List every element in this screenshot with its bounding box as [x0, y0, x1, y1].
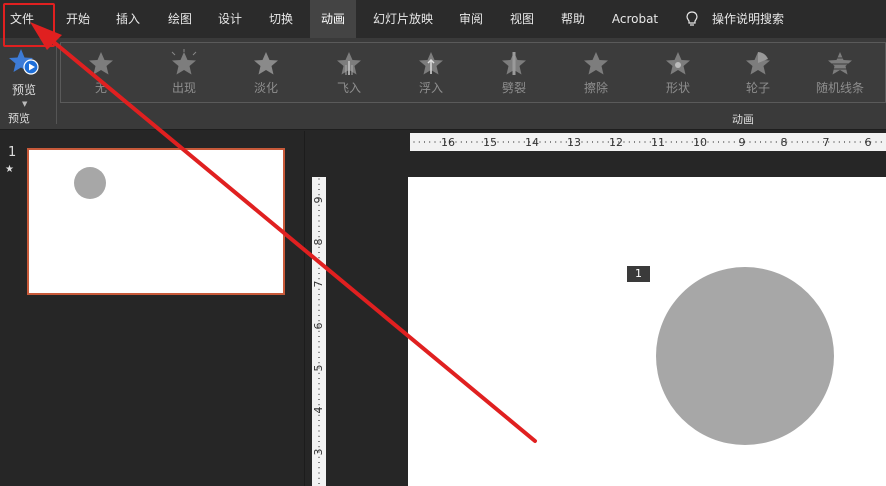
- float-in-star-icon: [419, 52, 443, 75]
- effect-split[interactable]: 劈裂: [484, 49, 544, 103]
- effect-wheel[interactable]: 轮子: [728, 49, 788, 103]
- slide-thumbnails-pane: 1 ★: [0, 131, 304, 486]
- ruler-label: 4: [312, 407, 325, 414]
- preview-group-label: 预览: [8, 112, 30, 125]
- appear-star-icon: [171, 49, 197, 75]
- tab-draw[interactable]: 绘图: [158, 0, 202, 38]
- tab-design[interactable]: 设计: [208, 0, 252, 38]
- ruler-label: 3: [312, 449, 325, 456]
- preview-star-icon: [9, 49, 39, 75]
- slide-canvas[interactable]: 1: [408, 177, 886, 486]
- effect-none[interactable]: 无: [71, 49, 131, 103]
- vertical-ruler: 9 8 7 6 5 4 3: [312, 177, 326, 486]
- effect-label: 轮子: [745, 81, 770, 95]
- effect-label: 劈裂: [501, 81, 526, 95]
- tab-review[interactable]: 审阅: [449, 0, 493, 38]
- fly-in-star-icon: [337, 52, 361, 75]
- shape-star-icon: [666, 52, 690, 75]
- powerpoint-window: 文件 开始 插入 绘图 设计 切换 动画 幻灯片放映 审阅 视图 帮助 Acro…: [0, 0, 886, 486]
- ruler-label: 11: [651, 136, 665, 149]
- animation-group-label: 动画: [732, 113, 754, 126]
- effect-random-bars[interactable]: 随机线条: [810, 49, 870, 103]
- highlight-box: [3, 3, 55, 47]
- lightbulb-icon: [686, 11, 698, 26]
- preview-button[interactable]: 预览 ▼: [4, 44, 44, 108]
- ruler-label: 13: [567, 136, 581, 149]
- effect-label: 淡化: [253, 81, 278, 95]
- tab-transitions[interactable]: 切换: [259, 0, 303, 38]
- random-bars-star-icon: [828, 52, 852, 75]
- ruler-label: 8: [781, 136, 788, 149]
- effect-fly-in[interactable]: 飞入: [319, 49, 379, 103]
- slide-thumbnail[interactable]: [27, 148, 285, 295]
- tab-insert[interactable]: 插入: [106, 0, 150, 38]
- animation-effects-gallery: 无 出现 淡化 飞入 浮入 劈裂 擦除 形状 轮子 随机线条: [60, 42, 886, 103]
- effect-label: 随机线条: [815, 81, 864, 95]
- animation-order-tag[interactable]: 1: [627, 266, 650, 282]
- preview-label: 预览: [11, 83, 36, 97]
- ruler-label: 14: [525, 136, 539, 149]
- effect-label: 擦除: [583, 81, 608, 95]
- slide-editor: 16 15 14 13 12 11 10 9 8 7 6 9 8 7 6 5 4 3 1: [305, 131, 886, 486]
- ruler-label: 15: [483, 136, 497, 149]
- ruler-label: 7: [312, 281, 325, 288]
- ruler-label: 10: [693, 136, 707, 149]
- tab-home[interactable]: 开始: [56, 0, 100, 38]
- wheel-star-icon: [746, 52, 770, 75]
- tell-me-search[interactable]: 操作说明搜索: [712, 0, 784, 38]
- group-divider: [56, 42, 57, 124]
- effect-label: 形状: [665, 81, 690, 95]
- effect-shape[interactable]: 形状: [648, 49, 708, 103]
- ruler-label: 8: [312, 239, 325, 246]
- ruler-label: 7: [823, 136, 830, 149]
- ruler-label: 5: [312, 365, 325, 372]
- thumbnail-circle-shape: [74, 167, 106, 199]
- ruler-label: 9: [739, 136, 746, 149]
- horizontal-ruler: 16 15 14 13 12 11 10 9 8 7 6: [410, 133, 886, 151]
- ruler-label: 12: [609, 136, 623, 149]
- ruler-label: 6: [865, 136, 872, 149]
- chevron-down-icon[interactable]: ▼: [22, 100, 27, 108]
- tab-acrobat[interactable]: Acrobat: [603, 0, 667, 38]
- fade-star-icon: [254, 52, 278, 75]
- slide-number: 1: [8, 145, 17, 160]
- ribbon-tab-bar: 文件 开始 插入 绘图 设计 切换 动画 幻灯片放映 审阅 视图 帮助 Acro…: [0, 0, 886, 38]
- effect-wipe[interactable]: 擦除: [566, 49, 626, 103]
- effect-label: 浮入: [418, 81, 443, 95]
- circle-shape[interactable]: [656, 267, 834, 445]
- star-icon: [89, 52, 113, 75]
- tab-slideshow[interactable]: 幻灯片放映: [364, 0, 442, 38]
- tab-help[interactable]: 帮助: [551, 0, 595, 38]
- effect-fade[interactable]: 淡化: [236, 49, 296, 103]
- effect-float-in[interactable]: 浮入: [401, 49, 461, 103]
- effect-appear[interactable]: 出现: [154, 49, 214, 103]
- animation-star-icon: ★: [5, 164, 14, 175]
- ruler-label: 6: [312, 323, 325, 330]
- wipe-star-icon: [584, 52, 608, 75]
- split-star-icon: [502, 52, 526, 75]
- ruler-label: 16: [441, 136, 455, 149]
- effect-label: 飞入: [336, 81, 361, 95]
- ruler-label: 9: [312, 197, 325, 204]
- effect-label: 无: [94, 81, 107, 95]
- tab-view[interactable]: 视图: [500, 0, 544, 38]
- effect-label: 出现: [171, 81, 196, 95]
- animations-ribbon: 预览 ▼ 预览 无 出现 淡化 飞入 浮入 劈裂 擦除 形状 轮子 随机线条 动…: [0, 38, 886, 130]
- tab-animations[interactable]: 动画: [310, 0, 356, 38]
